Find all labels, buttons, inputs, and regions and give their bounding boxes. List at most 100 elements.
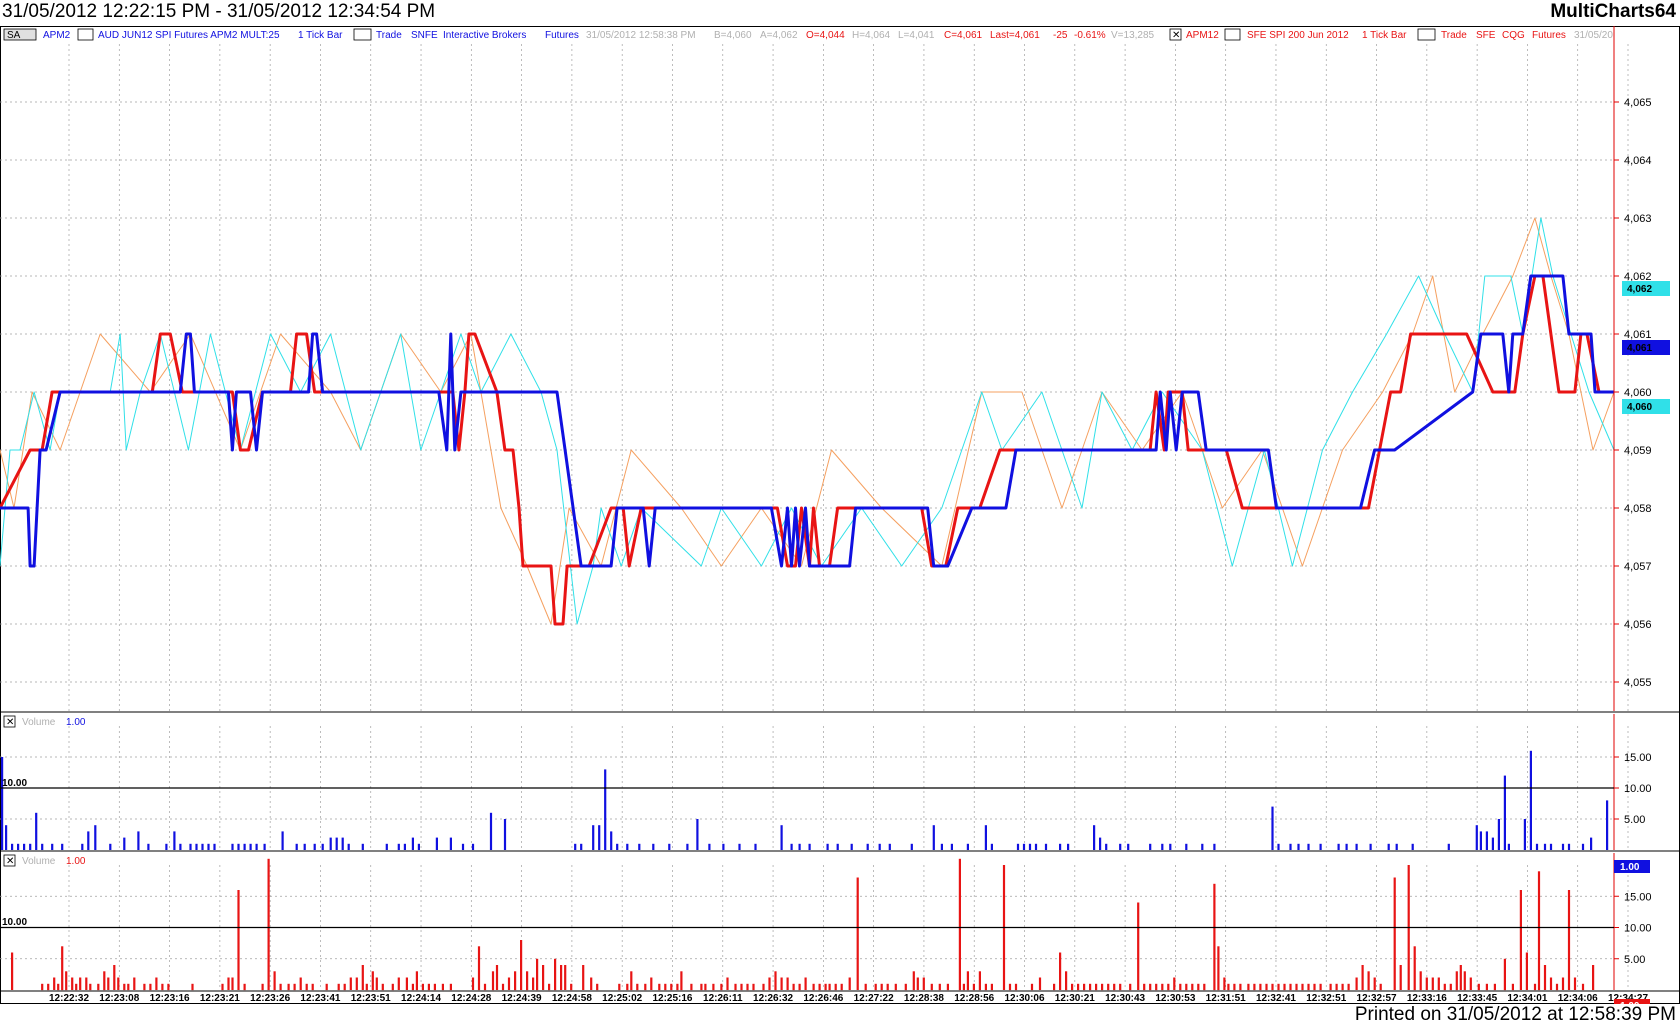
volume-bar-vol2 <box>449 983 452 991</box>
volume-bar-vol2 <box>1247 983 1250 991</box>
axes: 4,055 4,056 4,057 4,058 4,059 4,060 4,061 4,062… <box>0 26 1652 1004</box>
volume-bar-vol1 <box>616 843 619 850</box>
volume-bar-vol1 <box>403 843 406 850</box>
volume-bar-vol1 <box>850 843 853 850</box>
volume-bar-vol2 <box>958 858 961 991</box>
volume-bar-vol1 <box>1105 843 1108 850</box>
volume-bar-vol2 <box>582 965 585 990</box>
volume-bar-vol2 <box>1449 983 1452 991</box>
x-tick-label: 12:23:41 <box>300 993 340 1004</box>
volume-bar-vol1 <box>592 825 595 850</box>
volume-bar-vol1 <box>303 843 306 850</box>
volume-bar-vol1 <box>910 843 913 850</box>
volume-bar-vol2 <box>1519 890 1522 990</box>
volume-bar-vol2 <box>1223 977 1226 990</box>
volume-bar-vol2 <box>712 983 715 991</box>
volume-bar-vol2 <box>1014 983 1018 991</box>
volume-bar-vol2 <box>1347 983 1350 991</box>
volume-bar-vol2 <box>71 977 74 990</box>
volume-bar-vol2 <box>123 983 126 991</box>
x-tick-label: 12:28:56 <box>954 993 994 1004</box>
volume-bar-vol2 <box>626 983 629 991</box>
volume-bar-vol2 <box>11 952 14 990</box>
volume-bar-vol2 <box>1089 983 1092 991</box>
volume-bar-vol2 <box>391 983 394 991</box>
x-tick-label: 12:24:39 <box>502 993 542 1004</box>
volume-bar-vol1 <box>237 843 240 850</box>
volume-bar-vol1 <box>1590 837 1593 850</box>
volume-bar-vol2 <box>1335 983 1338 991</box>
volume-bar-vol1 <box>1479 831 1482 850</box>
volume-bar-vol2 <box>1101 983 1104 991</box>
volume-bar-vol1 <box>179 843 182 850</box>
volume-bar-vol2 <box>365 983 368 991</box>
y-tick-label: 4,057 <box>1624 561 1652 573</box>
volume-bar-vol2 <box>768 977 771 990</box>
volume-bar-vol1 <box>668 843 671 850</box>
x-tick-label: 12:24:28 <box>451 993 491 1004</box>
r-dropdown-icon-right[interactable] <box>1417 28 1436 41</box>
sa-box-label: SA <box>7 30 21 41</box>
volume-bar-vol2 <box>1259 983 1262 991</box>
volume-bar-vol2 <box>1283 983 1286 991</box>
volume-bar-vol2 <box>880 983 883 991</box>
legend-desc: AUD JUN12 SPI Futures APM2 MULT:25 <box>98 30 280 41</box>
volume-bar-vol1 <box>790 843 793 850</box>
volume-bar-vol1 <box>385 843 388 850</box>
volume-bar-vol2 <box>1419 971 1422 991</box>
volume-bar-vol2 <box>1573 977 1577 990</box>
volume-bar-vol2 <box>1437 977 1440 990</box>
legend-open: O=4,044 <box>806 30 845 41</box>
volume-bar-vol2 <box>670 983 673 991</box>
volume-bar-vol2 <box>1129 983 1132 991</box>
legend-ask: A=4,062 <box>760 30 798 41</box>
volume-bar-vol2 <box>1431 977 1434 990</box>
volume-bar-vol2 <box>1592 965 1595 990</box>
volume-bar-vol1 <box>1016 843 1020 850</box>
volume-bar-vol1 <box>574 843 577 850</box>
volume-bar-vol2 <box>962 983 965 991</box>
x-tick-label: 12:23:26 <box>250 993 290 1004</box>
volume-bar-vol2 <box>1307 983 1310 991</box>
x-tick-label: 12:30:21 <box>1055 993 1095 1004</box>
chart-canvas: 4,055 4,056 4,057 4,058 4,059 4,060 4,061 4,062… <box>0 26 1680 1004</box>
volume-bar-vol1 <box>1581 843 1585 850</box>
volume-bar-vol2 <box>361 965 364 990</box>
volume-bar-vol2 <box>1227 983 1230 991</box>
volume-bar-vol2 <box>495 965 499 990</box>
volume-bar-vol1 <box>1185 843 1188 850</box>
dropdown-icon-right[interactable] <box>1224 28 1241 41</box>
price-marker-blue-text: 4,061 <box>1627 343 1652 354</box>
volume-bar-vol1 <box>1355 843 1358 850</box>
volume-bar-vol2 <box>61 946 64 991</box>
dropdown-icon[interactable] <box>77 28 94 41</box>
volume-bar-vol2 <box>590 977 593 990</box>
volume-bar-vol2 <box>1525 952 1528 990</box>
x-tick-label: 12:25:02 <box>602 993 642 1004</box>
volume-bar-vol1 <box>1561 843 1565 850</box>
x-tick-label: 12:28:38 <box>904 993 944 1004</box>
volume-bar-vol2 <box>984 983 987 991</box>
r-dropdown-icon[interactable] <box>353 28 372 41</box>
volume-bar-vol1 <box>754 843 757 850</box>
series-line-blue <box>0 274 1614 568</box>
volume-bar-vol1 <box>826 843 829 850</box>
volume-bar-vol2 <box>1167 983 1170 991</box>
volume-bar-vol2 <box>433 983 436 991</box>
volume-bar-vol2 <box>85 977 88 990</box>
volume-bar-vol2 <box>1265 983 1268 991</box>
volume-bar-vol2 <box>397 977 400 990</box>
volume-bar-vol2 <box>930 983 933 991</box>
volume-bar-vol2 <box>273 971 276 991</box>
volume-bar-vol1 <box>1543 843 1547 850</box>
volume-bar-vol2 <box>1053 983 1056 991</box>
volume-bar-vol2 <box>161 983 164 991</box>
volume-bar-vol1 <box>173 831 176 850</box>
volume-bar-vol2 <box>1155 983 1158 991</box>
volume-bar-vol2 <box>287 983 290 991</box>
volume-bar-vol1 <box>255 843 258 850</box>
volume-bar-vol2 <box>1503 958 1506 991</box>
volume-bar-vol2 <box>762 983 765 991</box>
x-tick-label: 12:26:32 <box>753 993 793 1004</box>
volume-bar-vol2 <box>554 958 557 991</box>
